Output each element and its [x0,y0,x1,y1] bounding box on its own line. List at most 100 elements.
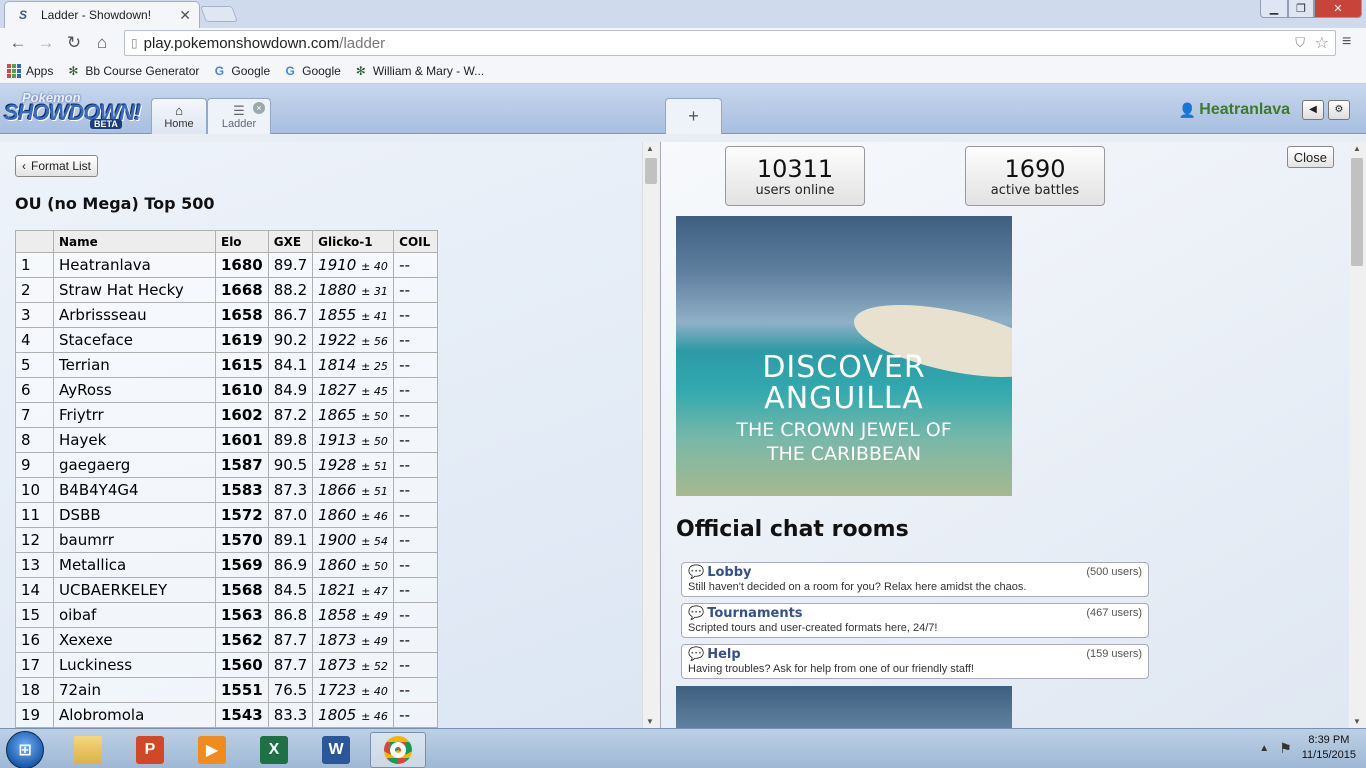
back-icon[interactable]: ← [4,33,32,53]
name-cell[interactable]: AyRoss [53,377,216,403]
excel-icon: X [260,736,288,764]
scroll-up-icon[interactable]: ▲ [646,144,654,153]
scroll-up-icon[interactable]: ▲ [1353,144,1361,153]
room-name: 💬 Tournaments [688,606,1142,621]
name-cell[interactable]: 72ain [53,677,216,703]
gear-icon[interactable]: ⚙ [1328,100,1350,120]
maximize-button[interactable]: ❐ [1288,0,1314,18]
browser-tab[interactable]: S Ladder - Showdown! ✕ [4,1,200,28]
gxe-cell: 86.7 [267,302,314,328]
close-button[interactable]: Close [1286,146,1334,168]
name-cell[interactable]: UCBAERKELEY [53,577,216,603]
reload-icon[interactable]: ↻ [60,33,88,53]
name-cell[interactable]: Heatranlava [53,252,216,278]
name-cell[interactable]: Straw Hat Hecky [53,277,216,303]
rank-cell: 5 [15,352,54,378]
gxe-cell: 87.0 [267,502,314,528]
glicko-value: 1880 [318,281,357,299]
name-cell[interactable]: Staceface [53,327,216,353]
wm-cypher-icon: ✻ [68,63,79,78]
action-center-icon[interactable]: ⚑ [1279,740,1292,757]
clock[interactable]: 8:39 PM 11/15/2015 [1302,733,1356,763]
name-cell[interactable]: Friytrr [53,402,216,428]
showdown-header: Pokémon SHOWDOWN! BETA ⌂ Home ☰ Ladder ×… [0,84,1366,134]
shield-icon[interactable]: ⛉ [1295,35,1305,51]
bookmark-william-mary[interactable]: ✻ William & Mary - W... [353,63,484,79]
ladder-table: Name Elo GXE Glicko-1 COIL 1 Heatranlava 1… [15,230,439,728]
show-hidden-icons[interactable]: ▲ [1259,743,1269,754]
tab-close-icon[interactable]: ✕ [179,7,191,24]
taskbar-app[interactable]: X [246,732,302,768]
taskbar-app[interactable] [60,732,116,768]
room-user-count: (467 users) [1086,607,1142,619]
ladder-scrollbar[interactable]: ▲ ▼ [642,142,659,728]
rank-cell: 4 [15,327,54,353]
bookmark-bb-course-generator[interactable]: ✻ Bb Course Generator [65,63,199,79]
glicko-deviation: ± 46 [361,710,388,723]
window-close-button[interactable]: ✕ [1314,0,1362,18]
glicko-value: 1900 [318,531,357,549]
close-tab-icon[interactable]: × [253,102,265,114]
name-cell[interactable]: gaegaerg [53,452,216,478]
name-cell[interactable]: Alobromola [53,702,216,728]
name-cell[interactable]: B4B4Y4G4 [53,477,216,503]
format-list-button[interactable]: ‹ Format List [15,155,99,177]
scroll-down-icon[interactable]: ▼ [646,717,654,726]
address-bar[interactable]: ▯ play.pokemonshowdown.com/ladder ⛉ ☆ [124,30,1336,56]
elo-cell: 1560 [215,652,269,678]
chrome-menu-icon[interactable]: ≡ [1342,33,1351,51]
main-scrollbar[interactable]: ▲ ▼ [1349,142,1366,728]
name-cell[interactable]: DSBB [53,502,216,528]
name-cell[interactable]: Hayek [53,427,216,453]
taskbar-app[interactable] [370,732,426,768]
name-cell[interactable]: Luckiness [53,652,216,678]
rank-cell: 10 [15,477,54,503]
taskbar-app[interactable]: ▶ [184,732,240,768]
tab-ladder[interactable]: ☰ Ladder × [207,98,271,134]
name-cell[interactable]: Metallica [53,552,216,578]
scroll-thumb[interactable] [1351,158,1363,266]
tab-home[interactable]: ⌂ Home [151,98,207,134]
taskbar-app[interactable]: W [308,732,364,768]
forward-icon[interactable]: → [32,33,60,53]
elo-cell: 1543 [215,702,269,728]
scroll-down-icon[interactable]: ▼ [1353,717,1361,726]
name-cell[interactable]: baumrr [53,527,216,553]
name-cell[interactable]: Terrian [53,352,216,378]
home-browser-icon[interactable]: ⌂ [88,33,116,53]
new-room-tab[interactable]: + [665,98,722,134]
name-cell[interactable]: Xexexe [53,627,216,653]
taskbar-app[interactable]: P [122,732,178,768]
users-online-box[interactable]: 10311 users online [725,146,865,206]
bookmark-star-icon[interactable]: ☆ [1315,33,1329,53]
elo-cell: 1658 [215,302,269,328]
rank-cell: 3 [15,302,54,328]
room-lobby[interactable]: 💬 Lobby (500 users) Still haven't decided… [681,562,1149,597]
advertisement-image-2[interactable] [676,686,1012,728]
name-cell[interactable]: oibaf [53,602,216,628]
browser-toolbar: ← → ↻ ⌂ ▯ play.pokemonshowdown.com/ladde… [0,28,1366,58]
coil-cell: -- [393,677,439,703]
bookmark-google-2[interactable]: G Google [282,63,340,79]
active-battles-box[interactable]: 1690 active battles [965,146,1105,206]
bookmark-apps[interactable]: Apps [6,63,53,79]
sound-icon[interactable]: ◀ [1302,100,1324,120]
username[interactable]: Heatranlava [1199,101,1290,119]
minimize-button[interactable]: ▁ [1260,0,1288,18]
bookmark-google[interactable]: G Google [211,63,270,79]
glicko-deviation: ± 50 [361,560,388,573]
room-help[interactable]: 💬 Help (159 users) Having troubles? Ask f… [681,644,1149,679]
windows-start-button[interactable]: ⊞ [6,731,44,768]
advertisement-image[interactable]: DISCOVER ANGUILLA THE CROWN JEWEL OF THE… [676,216,1012,496]
bookmark-label: Apps [26,63,54,78]
elo-cell: 1680 [215,252,269,278]
elo-cell: 1668 [215,277,269,303]
room-tournaments[interactable]: 💬 Tournaments (467 users) Scripted tours … [681,603,1149,638]
scroll-thumb[interactable] [645,158,657,184]
coil-cell: -- [393,702,439,728]
chevron-left-icon: ‹ [22,159,26,173]
name-cell[interactable]: Arbrissseau [53,302,216,328]
elo-cell: 1569 [215,552,269,578]
new-tab-button[interactable] [200,6,238,22]
glicko-value: 1814 [318,356,357,374]
